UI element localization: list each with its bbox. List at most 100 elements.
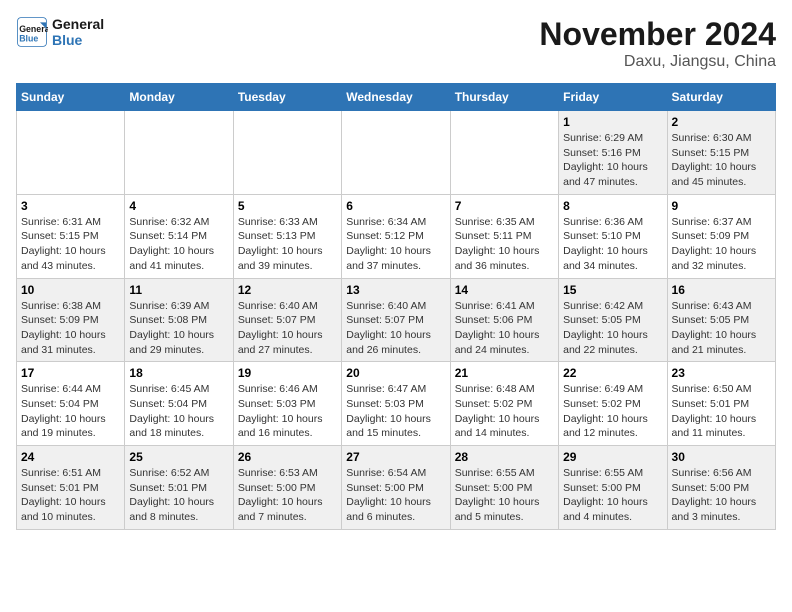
day-number: 8 xyxy=(563,199,662,213)
day-info: Sunrise: 6:46 AM Sunset: 5:03 PM Dayligh… xyxy=(238,382,337,441)
calendar-cell: 13 Sunrise: 6:40 AM Sunset: 5:07 PM Dayli… xyxy=(342,278,450,362)
day-number: 27 xyxy=(346,450,445,464)
day-number: 26 xyxy=(238,450,337,464)
calendar-week-row: 10 Sunrise: 6:38 AM Sunset: 5:09 PM Dayli… xyxy=(17,278,776,362)
page-header: General Blue General Blue November 2024 … xyxy=(16,16,776,71)
calendar-week-row: 24Sunrise: 6:51 AM Sunset: 5:01 PM Dayli… xyxy=(17,446,776,530)
calendar-cell: 15Sunrise: 6:42 AM Sunset: 5:05 PM Dayli… xyxy=(559,278,667,362)
calendar-cell: 25Sunrise: 6:52 AM Sunset: 5:01 PM Dayli… xyxy=(125,446,233,530)
calendar-cell: 8 Sunrise: 6:36 AM Sunset: 5:10 PM Daylig… xyxy=(559,194,667,278)
day-number: 11 xyxy=(129,283,228,297)
day-number: 30 xyxy=(672,450,771,464)
calendar-cell: 22 Sunrise: 6:49 AM Sunset: 5:02 PM Dayli… xyxy=(559,362,667,446)
day-info: Sunrise: 6:43 AM Sunset: 5:05 PM Dayligh… xyxy=(672,299,771,358)
day-number: 25 xyxy=(129,450,228,464)
day-number: 19 xyxy=(238,366,337,380)
calendar-cell: 27Sunrise: 6:54 AM Sunset: 5:00 PM Dayli… xyxy=(342,446,450,530)
calendar-cell: 18 Sunrise: 6:45 AM Sunset: 5:04 PM Dayli… xyxy=(125,362,233,446)
calendar-cell: 14 Sunrise: 6:41 AM Sunset: 5:06 PM Dayli… xyxy=(450,278,558,362)
day-info: Sunrise: 6:53 AM Sunset: 5:00 PM Dayligh… xyxy=(238,466,337,525)
calendar-cell xyxy=(342,111,450,195)
day-info: Sunrise: 6:45 AM Sunset: 5:04 PM Dayligh… xyxy=(129,382,228,441)
day-number: 3 xyxy=(21,199,120,213)
calendar-cell: 20 Sunrise: 6:47 AM Sunset: 5:03 PM Dayli… xyxy=(342,362,450,446)
day-info: Sunrise: 6:29 AM Sunset: 5:16 PM Dayligh… xyxy=(563,131,662,190)
calendar-cell: 30 Sunrise: 6:56 AM Sunset: 5:00 PM Dayli… xyxy=(667,446,775,530)
day-info: Sunrise: 6:44 AM Sunset: 5:04 PM Dayligh… xyxy=(21,382,120,441)
day-number: 18 xyxy=(129,366,228,380)
logo-text-general: General xyxy=(52,16,104,32)
calendar-week-row: 17 Sunrise: 6:44 AM Sunset: 5:04 PM Dayli… xyxy=(17,362,776,446)
weekday-header: Wednesday xyxy=(342,84,450,111)
day-info: Sunrise: 6:49 AM Sunset: 5:02 PM Dayligh… xyxy=(563,382,662,441)
calendar-cell: 3 Sunrise: 6:31 AM Sunset: 5:15 PM Daylig… xyxy=(17,194,125,278)
day-number: 17 xyxy=(21,366,120,380)
weekday-header: Tuesday xyxy=(233,84,341,111)
calendar-cell xyxy=(17,111,125,195)
day-number: 9 xyxy=(672,199,771,213)
day-number: 1 xyxy=(563,115,662,129)
day-number: 7 xyxy=(455,199,554,213)
day-info: Sunrise: 6:47 AM Sunset: 5:03 PM Dayligh… xyxy=(346,382,445,441)
day-info: Sunrise: 6:33 AM Sunset: 5:13 PM Dayligh… xyxy=(238,215,337,274)
day-number: 6 xyxy=(346,199,445,213)
day-info: Sunrise: 6:31 AM Sunset: 5:15 PM Dayligh… xyxy=(21,215,120,274)
day-number: 22 xyxy=(563,366,662,380)
day-info: Sunrise: 6:34 AM Sunset: 5:12 PM Dayligh… xyxy=(346,215,445,274)
day-number: 14 xyxy=(455,283,554,297)
day-number: 24 xyxy=(21,450,120,464)
day-info: Sunrise: 6:39 AM Sunset: 5:08 PM Dayligh… xyxy=(129,299,228,358)
day-info: Sunrise: 6:55 AM Sunset: 5:00 PM Dayligh… xyxy=(563,466,662,525)
calendar-cell: 9 Sunrise: 6:37 AM Sunset: 5:09 PM Daylig… xyxy=(667,194,775,278)
day-number: 23 xyxy=(672,366,771,380)
day-info: Sunrise: 6:35 AM Sunset: 5:11 PM Dayligh… xyxy=(455,215,554,274)
day-info: Sunrise: 6:40 AM Sunset: 5:07 PM Dayligh… xyxy=(346,299,445,358)
day-info: Sunrise: 6:30 AM Sunset: 5:15 PM Dayligh… xyxy=(672,131,771,190)
weekday-header: Monday xyxy=(125,84,233,111)
day-info: Sunrise: 6:38 AM Sunset: 5:09 PM Dayligh… xyxy=(21,299,120,358)
calendar-cell xyxy=(450,111,558,195)
svg-text:Blue: Blue xyxy=(19,34,38,44)
day-number: 4 xyxy=(129,199,228,213)
day-info: Sunrise: 6:40 AM Sunset: 5:07 PM Dayligh… xyxy=(238,299,337,358)
calendar-cell: 7 Sunrise: 6:35 AM Sunset: 5:11 PM Daylig… xyxy=(450,194,558,278)
day-info: Sunrise: 6:41 AM Sunset: 5:06 PM Dayligh… xyxy=(455,299,554,358)
calendar-cell: 12 Sunrise: 6:40 AM Sunset: 5:07 PM Dayli… xyxy=(233,278,341,362)
calendar-cell: 19 Sunrise: 6:46 AM Sunset: 5:03 PM Dayli… xyxy=(233,362,341,446)
day-info: Sunrise: 6:37 AM Sunset: 5:09 PM Dayligh… xyxy=(672,215,771,274)
day-number: 2 xyxy=(672,115,771,129)
day-info: Sunrise: 6:36 AM Sunset: 5:10 PM Dayligh… xyxy=(563,215,662,274)
title-block: November 2024 Daxu, Jiangsu, China xyxy=(539,16,776,71)
calendar-cell: 4Sunrise: 6:32 AM Sunset: 5:14 PM Daylig… xyxy=(125,194,233,278)
day-info: Sunrise: 6:56 AM Sunset: 5:00 PM Dayligh… xyxy=(672,466,771,525)
day-number: 10 xyxy=(21,283,120,297)
calendar-cell: 2 Sunrise: 6:30 AM Sunset: 5:15 PM Daylig… xyxy=(667,111,775,195)
calendar-cell: 23 Sunrise: 6:50 AM Sunset: 5:01 PM Dayli… xyxy=(667,362,775,446)
logo: General Blue General Blue xyxy=(16,16,104,48)
day-number: 13 xyxy=(346,283,445,297)
calendar-header: SundayMondayTuesdayWednesdayThursdayFrid… xyxy=(17,84,776,111)
logo-icon: General Blue xyxy=(16,16,48,48)
calendar-cell: 24Sunrise: 6:51 AM Sunset: 5:01 PM Dayli… xyxy=(17,446,125,530)
weekday-header: Friday xyxy=(559,84,667,111)
day-number: 12 xyxy=(238,283,337,297)
day-number: 20 xyxy=(346,366,445,380)
day-info: Sunrise: 6:48 AM Sunset: 5:02 PM Dayligh… xyxy=(455,382,554,441)
weekday-header: Saturday xyxy=(667,84,775,111)
day-info: Sunrise: 6:50 AM Sunset: 5:01 PM Dayligh… xyxy=(672,382,771,441)
day-info: Sunrise: 6:55 AM Sunset: 5:00 PM Dayligh… xyxy=(455,466,554,525)
calendar-cell: 29Sunrise: 6:55 AM Sunset: 5:00 PM Dayli… xyxy=(559,446,667,530)
calendar-cell: 11 Sunrise: 6:39 AM Sunset: 5:08 PM Dayli… xyxy=(125,278,233,362)
calendar-week-row: 3 Sunrise: 6:31 AM Sunset: 5:15 PM Daylig… xyxy=(17,194,776,278)
weekday-header: Sunday xyxy=(17,84,125,111)
calendar-cell xyxy=(125,111,233,195)
calendar-cell: 17 Sunrise: 6:44 AM Sunset: 5:04 PM Dayli… xyxy=(17,362,125,446)
day-number: 21 xyxy=(455,366,554,380)
page-title: November 2024 xyxy=(539,16,776,53)
day-number: 5 xyxy=(238,199,337,213)
calendar-week-row: 1 Sunrise: 6:29 AM Sunset: 5:16 PM Daylig… xyxy=(17,111,776,195)
day-info: Sunrise: 6:42 AM Sunset: 5:05 PM Dayligh… xyxy=(563,299,662,358)
calendar-cell: 21 Sunrise: 6:48 AM Sunset: 5:02 PM Dayli… xyxy=(450,362,558,446)
logo-text-blue: Blue xyxy=(52,32,104,48)
calendar-table: SundayMondayTuesdayWednesdayThursdayFrid… xyxy=(16,83,776,530)
